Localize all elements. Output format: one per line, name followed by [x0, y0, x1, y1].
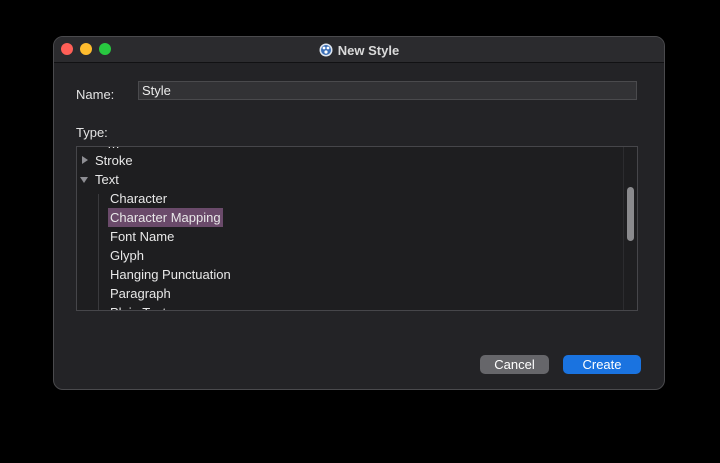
app-icon	[319, 43, 333, 57]
tree-scrollbar[interactable]	[623, 147, 637, 310]
disclosure-collapsed-icon[interactable]	[82, 156, 88, 164]
tree-item-label: Text	[95, 172, 119, 187]
type-label: Type:	[76, 125, 108, 140]
new-style-dialog: New Style Name: Type: … Stroke Text Char…	[53, 36, 665, 390]
type-tree[interactable]: … Stroke Text Character Character Mappin…	[76, 146, 638, 311]
scrollbar-thumb[interactable]	[627, 187, 634, 241]
tree-item-label: Plain Text	[110, 303, 166, 310]
tree-item-label: Stroke	[95, 153, 133, 168]
titlebar: New Style	[54, 37, 664, 63]
name-label: Name:	[76, 87, 115, 102]
tree-item-label: Character	[110, 191, 168, 206]
disclosure-expanded-icon[interactable]	[80, 177, 88, 183]
tree-item-label-selected: Character Mapping	[108, 208, 223, 227]
tree-item-label: Font Name	[110, 229, 175, 244]
tree-item-label: Paragraph	[110, 286, 171, 301]
cancel-button[interactable]: Cancel	[480, 355, 549, 374]
tree-indent-guide	[98, 194, 99, 310]
window-title: New Style	[337, 42, 400, 58]
name-input[interactable]	[138, 81, 637, 100]
tree-item-label: Hanging Punctuation	[110, 267, 231, 282]
create-button[interactable]: Create	[563, 355, 641, 374]
tree-item-label: Glyph	[110, 248, 144, 263]
window-title-group: New Style	[54, 37, 664, 63]
